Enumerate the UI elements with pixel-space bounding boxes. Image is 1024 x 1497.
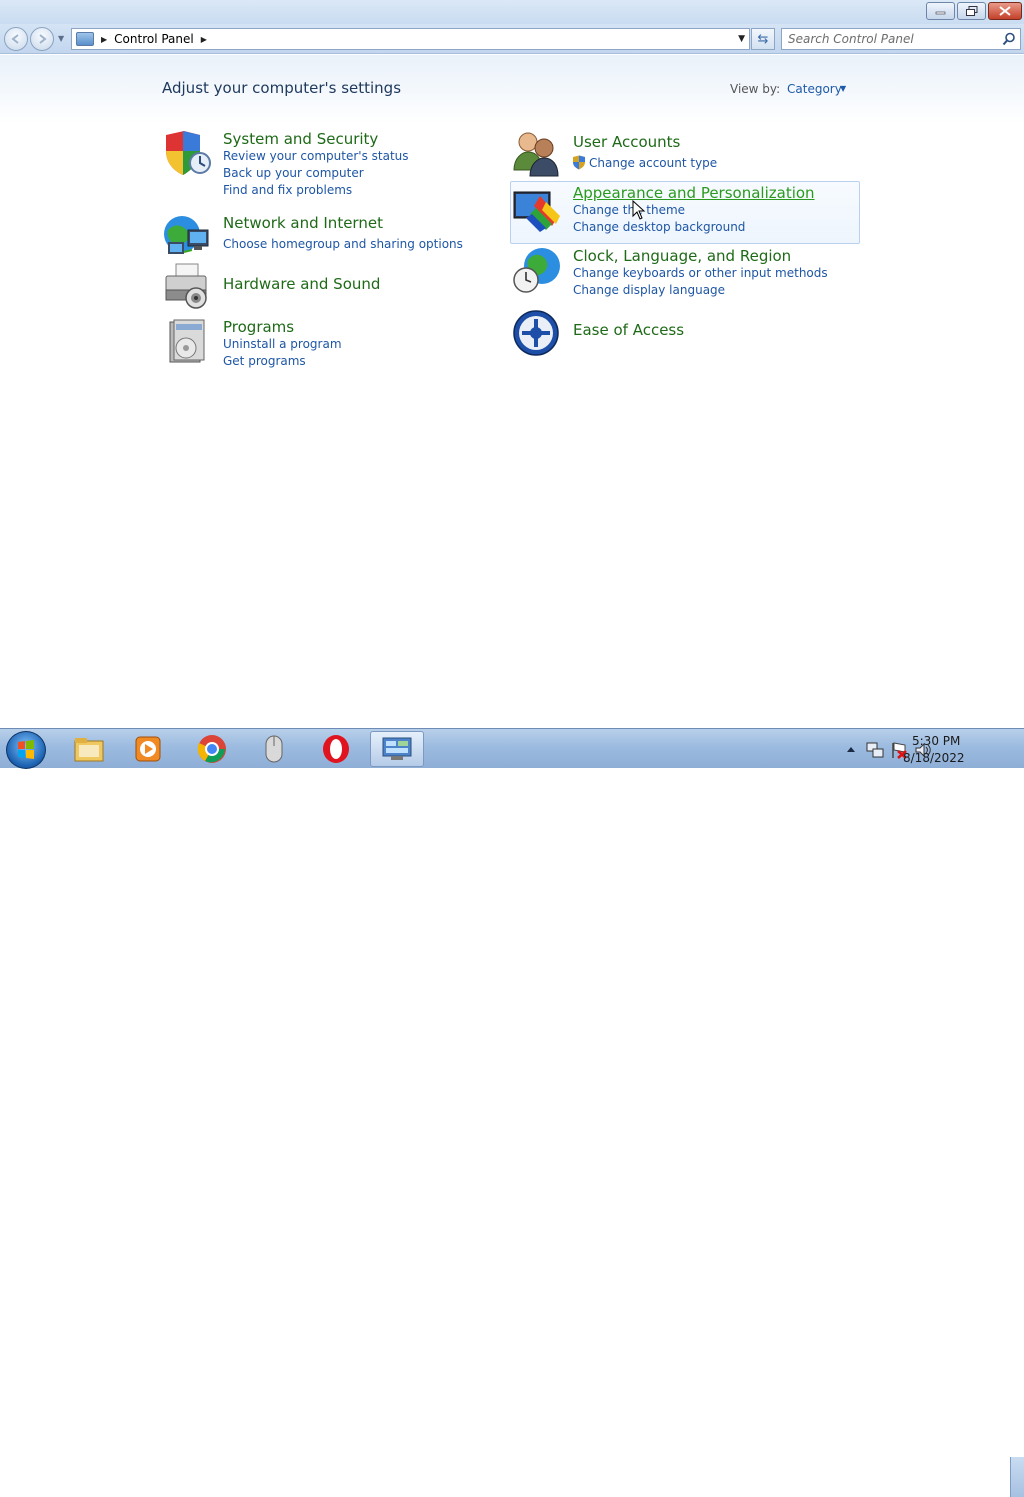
refresh-button[interactable]: ⇆ — [751, 28, 775, 50]
breadcrumb-chevron-icon[interactable]: ▶ — [201, 35, 207, 44]
category-title-ease-of-access[interactable]: Ease of Access — [573, 321, 684, 339]
show-hidden-icons-icon[interactable] — [846, 745, 856, 753]
link-change-keyboards[interactable]: Change keyboards or other input methods — [573, 266, 828, 281]
view-by-dropdown-arrow-icon[interactable]: ▼ — [840, 84, 846, 93]
mouse-icon — [265, 735, 283, 763]
back-button[interactable] — [4, 27, 28, 51]
address-dropdown-icon[interactable]: ▼ — [738, 34, 745, 44]
breadcrumb-control-panel[interactable]: Control Panel — [114, 32, 194, 46]
folder-icon — [74, 738, 104, 762]
refresh-icon: ⇆ — [757, 31, 769, 47]
close-icon — [999, 6, 1011, 16]
link-find-fix-problems[interactable]: Find and fix problems — [223, 183, 352, 198]
link-get-programs[interactable]: Get programs — [223, 354, 306, 369]
breadcrumb-chevron-icon[interactable]: ▶ — [101, 35, 107, 44]
chrome-icon — [197, 735, 226, 763]
system-security-shield-icon[interactable] — [162, 129, 212, 177]
category-title-hardware-and-sound[interactable]: Hardware and Sound — [223, 275, 380, 293]
link-change-theme[interactable]: Change the theme — [573, 203, 685, 218]
close-button[interactable] — [988, 2, 1022, 20]
forward-button[interactable] — [30, 27, 54, 51]
clock-globe-icon[interactable] — [512, 246, 562, 294]
windows-logo-icon — [18, 740, 34, 759]
taskbar-mouse-app[interactable] — [247, 731, 301, 767]
network-tray-icon[interactable] — [866, 741, 884, 759]
view-by-dropdown[interactable]: Category — [787, 82, 842, 96]
restore-icon — [965, 6, 977, 16]
ease-of-access-icon[interactable] — [512, 309, 562, 357]
media-player-icon — [135, 736, 161, 762]
title-bar[interactable] — [0, 0, 1024, 24]
control-panel-icon — [382, 737, 412, 760]
show-desktop-button[interactable] — [1010, 1457, 1024, 1497]
appearance-monitor-icon[interactable] — [512, 186, 562, 234]
content-area: Adjust your computer's settings View by:… — [0, 55, 1024, 728]
taskbar-opera[interactable] — [309, 731, 363, 767]
page-title: Adjust your computer's settings — [162, 79, 402, 97]
link-back-up-computer[interactable]: Back up your computer — [223, 166, 364, 181]
minimize-button[interactable] — [926, 2, 955, 20]
taskbar-media-player[interactable] — [121, 731, 175, 767]
hardware-printer-icon[interactable] — [162, 262, 212, 310]
recent-pages-dropdown[interactable]: ▼ — [58, 34, 64, 43]
taskbar-chrome[interactable] — [185, 731, 239, 767]
category-title-user-accounts[interactable]: User Accounts — [573, 133, 680, 151]
link-review-computer-status[interactable]: Review your computer's status — [223, 149, 409, 164]
category-title-network-and-internet[interactable]: Network and Internet — [223, 214, 383, 232]
back-arrow-icon — [11, 34, 19, 44]
category-title-appearance-and-personalization[interactable]: Appearance and Personalization — [573, 184, 815, 202]
control-panel-window: ▼ ▶ Control Panel ▶ ▼ ⇆ Adjust your comp… — [0, 0, 1024, 728]
start-button[interactable] — [6, 731, 46, 769]
link-homegroup-sharing[interactable]: Choose homegroup and sharing options — [223, 237, 463, 252]
category-title-system-and-security[interactable]: System and Security — [223, 130, 378, 148]
view-by-label: View by: — [730, 82, 781, 96]
taskbar-windows-explorer[interactable] — [62, 731, 116, 767]
link-change-account-type[interactable]: Change account type — [589, 156, 717, 171]
forward-arrow-icon — [39, 34, 47, 44]
restore-button[interactable] — [957, 2, 986, 20]
category-title-clock-language-region[interactable]: Clock, Language, and Region — [573, 247, 791, 265]
address-bar[interactable]: ▶ Control Panel ▶ ▼ — [71, 28, 750, 50]
link-uninstall-program[interactable]: Uninstall a program — [223, 337, 342, 352]
search-input[interactable] — [788, 30, 1000, 48]
taskbar-control-panel[interactable] — [370, 731, 424, 767]
link-change-display-language[interactable]: Change display language — [573, 283, 725, 298]
category-title-programs[interactable]: Programs — [223, 318, 294, 336]
clock-time[interactable]: 5:30 PM — [912, 734, 960, 748]
clock-date[interactable]: 8/18/2022 — [903, 751, 965, 765]
navigation-bar: ▼ ▶ Control Panel ▶ ▼ ⇆ — [0, 24, 1024, 54]
taskbar — [0, 728, 1024, 1497]
programs-icon[interactable] — [162, 318, 212, 366]
opera-icon — [323, 735, 349, 763]
user-accounts-icon[interactable] — [512, 130, 562, 178]
mouse-cursor-icon — [632, 200, 646, 220]
control-panel-icon — [76, 32, 94, 46]
link-change-desktop-background[interactable]: Change desktop background — [573, 220, 745, 235]
search-icon[interactable] — [1002, 32, 1016, 46]
uac-shield-icon — [573, 155, 585, 170]
search-box[interactable] — [781, 28, 1021, 50]
minimize-icon — [935, 11, 945, 15]
network-globe-icon[interactable] — [162, 212, 212, 260]
